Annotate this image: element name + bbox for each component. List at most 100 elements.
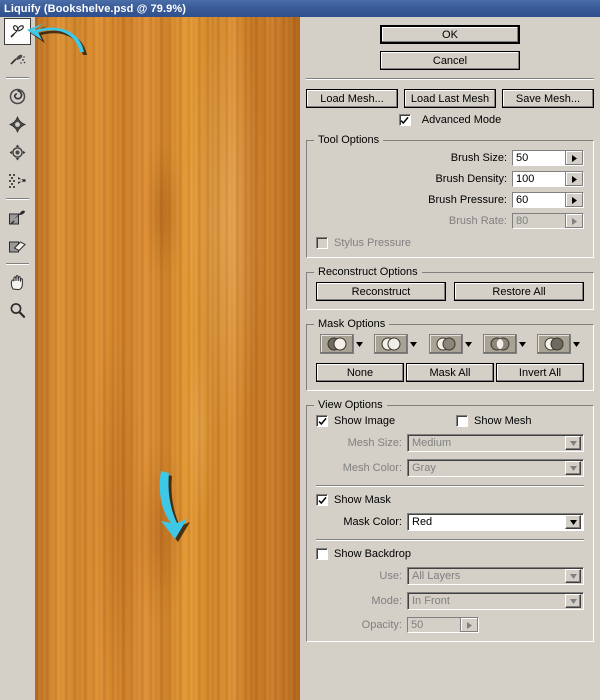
mask-mode-subtract-from-selection[interactable]	[428, 334, 463, 354]
cancel-button[interactable]: Cancel	[380, 51, 520, 70]
backdrop-mode-label: Mode:	[371, 595, 402, 607]
show-mask-checkbox[interactable]	[316, 494, 328, 506]
push-left-tool[interactable]	[4, 167, 31, 194]
brush-size-value[interactable]: 50	[513, 151, 565, 165]
tool-options-title: Tool Options	[314, 134, 384, 146]
brush-density-field[interactable]: 100	[512, 171, 584, 187]
advanced-mode-row[interactable]: Advanced Mode	[306, 114, 594, 126]
brush-rate-slider-button	[565, 214, 583, 228]
view-options-group: View Options Show Image Show Mesh Mesh S…	[306, 399, 594, 642]
mask-mode-invert-selection-item[interactable]	[537, 334, 580, 354]
forward-warp-tool[interactable]	[4, 18, 31, 45]
load-last-mesh-button[interactable]: Load Last Mesh	[404, 89, 496, 108]
brush-rate-field: 80	[512, 213, 584, 229]
stylus-pressure-checkbox	[316, 237, 328, 249]
mask-mode-add-to-selection-item[interactable]	[374, 334, 418, 354]
chevron-down-icon	[569, 465, 577, 471]
show-mesh-label: Show Mesh	[474, 415, 532, 427]
mask-mode-intersect-with-selection[interactable]	[482, 334, 517, 354]
brush-pressure-slider-button[interactable]	[565, 193, 583, 207]
mesh-size-caret	[565, 436, 581, 450]
mask-mode-intersect-with-selection-item[interactable]	[482, 334, 526, 354]
reconstruct-buttons-row: Reconstruct Restore All	[316, 282, 584, 301]
freeze-mask-tool[interactable]	[4, 204, 31, 231]
pucker-tool[interactable]	[4, 111, 31, 138]
save-mesh-button[interactable]: Save Mesh...	[502, 89, 594, 108]
zoom-tool[interactable]	[4, 297, 31, 324]
mesh-size-value: Medium	[412, 437, 452, 449]
mask-mode-replace-selection-item[interactable]	[320, 334, 363, 354]
mesh-color-row: Mesh Color: Gray	[316, 459, 584, 477]
show-image-mesh-row: Show Image Show Mesh	[316, 415, 584, 427]
options-panel: OK Cancel Load Mesh... Load Last Mesh Sa…	[300, 17, 600, 700]
load-mesh-button[interactable]: Load Mesh...	[306, 89, 398, 108]
checkmark-icon	[400, 116, 409, 124]
window-title-bar: Liquify (Bookshelve.psd @ 79.9%)	[0, 0, 600, 17]
mask-all-button[interactable]: Mask All	[406, 363, 494, 382]
show-mask-row[interactable]: Show Mask	[316, 494, 584, 506]
show-mesh-row[interactable]: Show Mesh	[456, 415, 531, 427]
show-mesh-checkbox[interactable]	[456, 415, 468, 427]
mask-none-button[interactable]: None	[316, 363, 404, 382]
mask-mode-subtract-caret[interactable]	[464, 338, 472, 350]
brush-size-row: Brush Size: 50	[316, 150, 584, 166]
chevron-down-icon	[569, 440, 577, 446]
restore-all-button[interactable]: Restore All	[454, 282, 584, 301]
show-image-row[interactable]: Show Image	[316, 415, 456, 427]
brush-density-value[interactable]: 100	[513, 172, 565, 186]
mesh-buttons-row: Load Mesh... Load Last Mesh Save Mesh...	[306, 89, 594, 108]
backdrop-use-caret	[565, 569, 581, 583]
hand-tool[interactable]	[4, 269, 31, 296]
backdrop-mode-row: Mode: In Front	[316, 592, 584, 610]
mask-mode-subtract-from-selection-item[interactable]	[428, 334, 472, 354]
mask-mode-invert-selection[interactable]	[537, 334, 571, 354]
backdrop-use-row: Use: All Layers	[316, 567, 584, 585]
image-canvas[interactable]	[35, 17, 300, 700]
mask-color-select[interactable]: Red	[407, 513, 584, 531]
triangle-right-icon	[572, 217, 577, 225]
tool-options-group: Tool Options Brush Size: 50 Brush Densit…	[306, 134, 594, 258]
mask-color-caret[interactable]	[565, 515, 581, 529]
mask-color-value: Red	[412, 516, 433, 528]
wood-grain-knot	[185, 317, 215, 537]
brush-density-slider-button[interactable]	[565, 172, 583, 186]
show-image-checkbox[interactable]	[316, 415, 328, 427]
venn-add-icon	[381, 337, 401, 351]
wood-grain-knot	[135, 437, 185, 627]
mask-mode-invert-caret[interactable]	[573, 338, 580, 350]
reconstruct-button[interactable]: Reconstruct	[316, 282, 446, 301]
chevron-down-icon	[464, 342, 472, 347]
show-backdrop-row[interactable]: Show Backdrop	[316, 548, 584, 560]
twirl-clockwise-tool[interactable]	[4, 83, 31, 110]
view-options-divider-1	[316, 485, 584, 487]
mask-mode-add-caret[interactable]	[410, 338, 418, 350]
ok-button[interactable]: OK	[380, 25, 520, 44]
view-options-divider-2	[316, 539, 584, 541]
brush-pressure-field[interactable]: 60	[512, 192, 584, 208]
stylus-pressure-label: Stylus Pressure	[334, 237, 412, 249]
show-backdrop-checkbox[interactable]	[316, 548, 328, 560]
mesh-size-select: Medium	[407, 434, 584, 452]
mask-mode-replace-caret[interactable]	[356, 338, 363, 350]
reconstruct-options-title: Reconstruct Options	[314, 266, 422, 278]
mask-mode-add-to-selection[interactable]	[374, 334, 409, 354]
advanced-mode-label: Advanced Mode	[421, 114, 502, 126]
tools-divider-1	[6, 77, 29, 79]
mask-options-title: Mask Options	[314, 318, 390, 330]
mask-invert-all-button[interactable]: Invert All	[496, 363, 584, 382]
advanced-mode-checkbox[interactable]	[398, 114, 411, 126]
brush-pressure-value[interactable]: 60	[513, 193, 565, 207]
triangle-right-icon	[467, 621, 472, 629]
show-backdrop-label: Show Backdrop	[334, 548, 412, 560]
brush-size-slider-button[interactable]	[565, 151, 583, 165]
mask-options-group: Mask Options None Mask All Invert All	[306, 318, 594, 391]
reconstruct-tool[interactable]	[4, 46, 31, 73]
brush-size-field[interactable]: 50	[512, 150, 584, 166]
mask-mode-intersect-caret[interactable]	[518, 338, 526, 350]
mesh-size-row: Mesh Size: Medium	[316, 434, 584, 452]
mask-mode-replace-selection[interactable]	[320, 334, 354, 354]
venn-subtract-icon	[436, 337, 455, 351]
bloat-tool[interactable]	[4, 139, 31, 166]
thaw-mask-tool[interactable]	[4, 232, 31, 259]
brush-density-label: Brush Density:	[435, 173, 507, 185]
